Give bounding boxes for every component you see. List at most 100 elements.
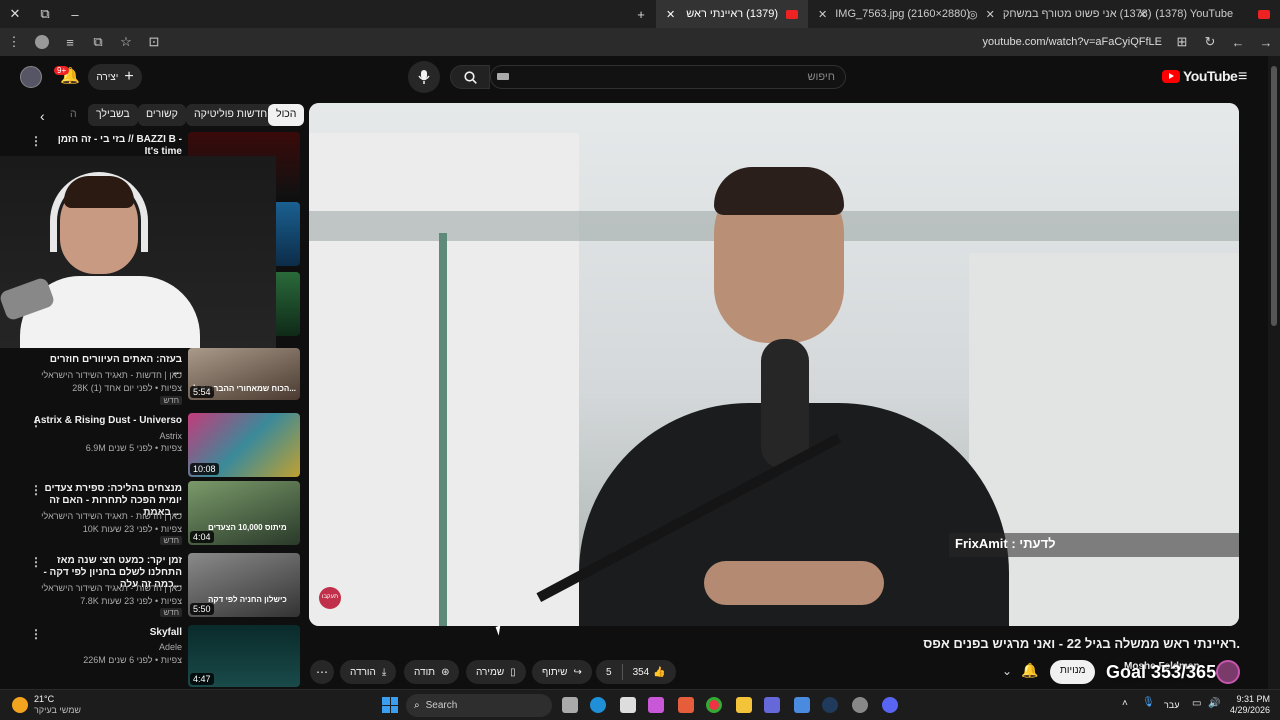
hamburger-menu-icon[interactable]: ≡ bbox=[1238, 68, 1247, 86]
share-button[interactable]: שיתוף ↪ bbox=[532, 660, 592, 684]
volume-icon[interactable]: 🔊 bbox=[1208, 698, 1220, 709]
create-button[interactable]: יצירה + bbox=[88, 64, 142, 90]
list-item[interactable]: ⋮ מנצחים בהליכה: ספירת צעדים יומית הפכה … bbox=[26, 481, 302, 545]
tab-video-2[interactable]: ◎ ✕ (1378) אני פשוט מטורף במשחק bbox=[958, 0, 1151, 28]
close-window-button[interactable]: ✕ bbox=[0, 0, 30, 28]
search-button[interactable] bbox=[450, 65, 490, 89]
vpn-icon[interactable] bbox=[794, 697, 810, 713]
task-view-icon[interactable] bbox=[562, 697, 578, 713]
youtube-favicon-icon bbox=[1258, 9, 1270, 19]
close-tab-icon[interactable]: ✕ bbox=[986, 8, 995, 21]
mic-tray-icon[interactable]: 🎙 bbox=[1142, 697, 1155, 708]
avatar[interactable] bbox=[20, 66, 42, 88]
steam-icon[interactable] bbox=[822, 697, 838, 713]
list-item[interactable]: ⋮ זמן יקר: כמעט חצי שנה מאז התחלנו לשלם … bbox=[26, 553, 302, 617]
teams-icon[interactable] bbox=[764, 697, 780, 713]
extensions-icon[interactable]: ⧉ bbox=[84, 28, 112, 56]
chip-for-you[interactable]: בשבילך bbox=[88, 104, 138, 126]
chips-left-arrow-icon[interactable]: ‹ bbox=[40, 108, 45, 124]
video-thumbnail[interactable]: 4:47 bbox=[188, 625, 300, 687]
copilot-icon[interactable] bbox=[648, 697, 664, 713]
download-icon: ⤓ bbox=[381, 666, 387, 678]
back-icon[interactable]: ← bbox=[1224, 28, 1252, 56]
keyboard-icon[interactable] bbox=[497, 73, 509, 80]
channel-watermark[interactable]: תעקבו bbox=[319, 587, 341, 609]
video-thumbnail[interactable]: מיתוס 10,000 הצעדים 4:04 bbox=[188, 481, 300, 545]
like-button[interactable]: 354 👍 bbox=[633, 667, 666, 678]
tray-chevron-up-icon[interactable]: ˄ bbox=[1122, 698, 1128, 709]
menu-dots-icon[interactable]: ⋮ bbox=[0, 28, 28, 56]
new-tab-button[interactable]: + bbox=[626, 0, 656, 28]
weather-widget[interactable]: 21°C שמשי בעיקר bbox=[12, 694, 81, 716]
discord-icon[interactable] bbox=[882, 697, 898, 713]
more-options-icon[interactable]: ⋮ bbox=[30, 555, 42, 569]
thanks-button[interactable]: תודה ⊛ bbox=[404, 660, 460, 684]
dislike-button[interactable]: 5 bbox=[606, 667, 612, 678]
url-field[interactable]: youtube.com/watch?v=aFaCyiQFfLE bbox=[983, 36, 1168, 48]
video-thumbnail[interactable]: כישלון החניה לפי דקה 5:50 bbox=[188, 553, 300, 617]
list-item[interactable]: בעזה: האתים העיוורים חוזרים ... כאן | חד… bbox=[26, 348, 302, 410]
chrome-icon[interactable] bbox=[706, 697, 722, 713]
chip-partial[interactable]: ה bbox=[62, 104, 85, 126]
subscribe-button[interactable]: מנויות bbox=[1050, 660, 1096, 684]
video-thumbnail[interactable]: 10:08 bbox=[188, 413, 300, 477]
person-hair bbox=[714, 167, 844, 215]
scrollbar[interactable] bbox=[1268, 56, 1280, 689]
video-player[interactable]: לדעתי : FrixAmit תעקבו bbox=[309, 103, 1239, 626]
reading-list-icon[interactable]: ≡ bbox=[56, 28, 84, 56]
chevron-down-icon[interactable]: ⌄ bbox=[1002, 664, 1012, 678]
close-tab-icon[interactable]: ✕ bbox=[818, 8, 827, 21]
store-icon[interactable] bbox=[620, 697, 636, 713]
browser-titlebar: ✕ ⧉ – + ✕ (1379) ראיינתי ראש ממשלה בג ✕ … bbox=[0, 0, 1280, 28]
input-language[interactable]: עבר bbox=[1164, 700, 1179, 710]
clock[interactable]: 9:31 PM 4/29/2026 bbox=[1226, 694, 1270, 716]
channel-avatar[interactable] bbox=[1216, 660, 1240, 684]
chip-all[interactable]: הכול bbox=[268, 104, 305, 126]
profile-avatar[interactable] bbox=[28, 28, 56, 56]
mouse-cursor bbox=[495, 625, 504, 636]
save-button[interactable]: שמירה ▯ bbox=[466, 660, 526, 684]
edge-icon[interactable] bbox=[590, 697, 606, 713]
more-options-icon[interactable]: ⋮ bbox=[30, 134, 42, 148]
close-tab-icon[interactable]: ✕ bbox=[1138, 8, 1147, 21]
video-text-overlay: לדעתי : FrixAmit bbox=[949, 533, 1239, 557]
minimize-window-button[interactable]: – bbox=[60, 0, 90, 28]
more-options-icon[interactable]: ⋮ bbox=[30, 627, 42, 641]
close-tab-icon[interactable]: ✕ bbox=[666, 8, 675, 21]
list-item[interactable]: ⋮ Skyfall Adele 226M צפיות • לפני 6 שנים… bbox=[26, 625, 302, 687]
network-icon[interactable]: ▭ bbox=[1192, 698, 1201, 709]
site-settings-icon[interactable]: ⊞ bbox=[1168, 28, 1196, 56]
taskbar-search[interactable]: ⌕ Search bbox=[406, 694, 552, 717]
bell-icon[interactable]: 🔔 bbox=[1018, 662, 1042, 684]
plus-icon: + bbox=[124, 68, 134, 85]
hands bbox=[704, 561, 884, 605]
voice-search-button[interactable] bbox=[408, 61, 440, 93]
chip-related[interactable]: קשורים bbox=[138, 104, 186, 126]
forward-icon[interactable]: → bbox=[1252, 28, 1280, 56]
railing-post bbox=[439, 233, 447, 626]
scroll-thumb[interactable] bbox=[1271, 66, 1277, 326]
youtube-logo[interactable]: YouTube bbox=[1162, 68, 1238, 84]
cast-icon[interactable]: ⊡ bbox=[140, 28, 168, 56]
list-item[interactable]: ⋮ Astrix & Rising Dust - Universo Astrix… bbox=[26, 413, 302, 477]
search-input[interactable]: חיפוש bbox=[490, 65, 846, 89]
file-explorer-icon[interactable] bbox=[736, 697, 752, 713]
webcam-overlay bbox=[0, 156, 276, 348]
video-title: ראיינתי ראש ממשלה בגיל 22 - ואני מרגיש ב… bbox=[923, 636, 1240, 651]
tab-youtube[interactable]: ✕ (1378) YouTube bbox=[1128, 0, 1280, 28]
tab-video[interactable]: ✕ (1379) ראיינתי ראש ממשלה בג bbox=[656, 0, 808, 28]
download-button[interactable]: הורדה ⤓ bbox=[340, 660, 397, 684]
settings-gear-icon[interactable] bbox=[852, 697, 868, 713]
video-thumbnail[interactable]: הכוח שמאחורי ההברחות ל... 5:54 bbox=[188, 348, 300, 400]
divider bbox=[621, 664, 623, 680]
start-button[interactable] bbox=[382, 697, 398, 713]
office-icon[interactable] bbox=[678, 697, 694, 713]
bookmark-star-icon[interactable]: ☆ bbox=[112, 28, 140, 56]
chip-politics-news[interactable]: חדשות פוליטיקה bbox=[186, 104, 276, 126]
sun-icon bbox=[12, 697, 28, 713]
more-actions-button[interactable]: ⋯ bbox=[310, 660, 334, 684]
tab-image[interactable]: ✕ IMG_7563.jpg (2160×2880) bbox=[808, 0, 970, 28]
reload-icon[interactable]: ↻ bbox=[1196, 28, 1224, 56]
more-options-icon[interactable]: ⋮ bbox=[30, 483, 42, 497]
restore-window-button[interactable]: ⧉ bbox=[30, 0, 60, 28]
